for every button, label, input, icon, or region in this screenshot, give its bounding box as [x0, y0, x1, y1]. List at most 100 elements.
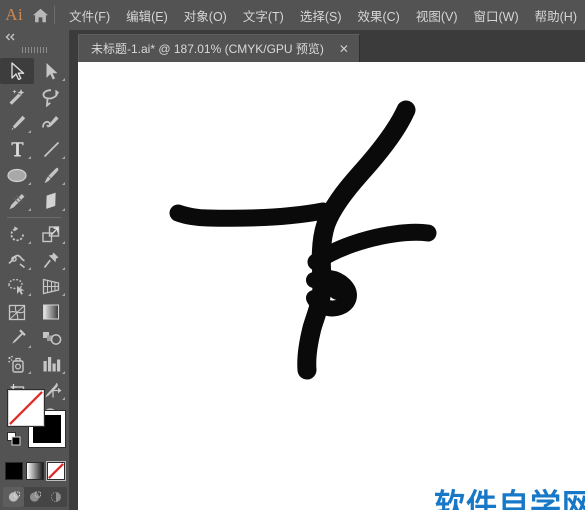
- menu-window[interactable]: 窗口(W): [466, 2, 527, 29]
- close-icon[interactable]: ✕: [338, 43, 350, 55]
- document-tab-bar: 未标题-1.ai* @ 187.01% (CMYK/GPU 预览) ✕: [70, 30, 585, 62]
- symbol-sprayer-tool[interactable]: [0, 351, 34, 377]
- double-chevron-left-icon: [5, 33, 15, 40]
- menu-view[interactable]: 视图(V): [408, 2, 466, 29]
- perspective-grid-tool[interactable]: [34, 273, 68, 299]
- tool-flyout-indicator: [62, 293, 65, 296]
- shape-builder-icon: [7, 278, 24, 295]
- menu-divider: [54, 6, 56, 24]
- eraser-icon: [46, 192, 56, 209]
- artwork-brush-drawing[interactable]: [78, 62, 585, 510]
- gradient-icon: [43, 304, 59, 320]
- fill-mode-buttons: [5, 461, 66, 481]
- canvas-area[interactable]: 软件自学网 WWW.RJZXW.COM: [70, 62, 585, 510]
- paintbrush-icon: [44, 167, 58, 183]
- menu-effect[interactable]: 效果(C): [349, 2, 407, 29]
- draw-normal-icon: [8, 491, 20, 502]
- scale-tool[interactable]: [34, 221, 68, 247]
- stroke-right-branch[interactable]: [307, 223, 437, 271]
- home-button[interactable]: [29, 0, 53, 30]
- paintbrush-tool[interactable]: [34, 162, 68, 188]
- home-icon: [32, 8, 48, 22]
- tool-flyout-indicator: [28, 267, 31, 270]
- swap-fill-stroke-icon[interactable]: [50, 386, 64, 400]
- menu-bar: Ai 文件(F) 编辑(E) 对象(O) 文字(T) 选择(S) 效果(C) 视…: [0, 0, 585, 30]
- tool-flyout-indicator: [28, 345, 31, 348]
- rotate-tool[interactable]: [0, 221, 34, 247]
- selection-arrow-icon: [10, 61, 24, 80]
- tool-flyout-indicator: [28, 371, 31, 374]
- menu-help[interactable]: 帮助(H): [527, 2, 585, 29]
- none-button[interactable]: [46, 461, 66, 481]
- blend-tool[interactable]: [34, 325, 68, 351]
- draw-behind-icon: [29, 491, 41, 502]
- stroke-horizontal[interactable]: [169, 202, 332, 227]
- line-segment-tool[interactable]: [34, 136, 68, 162]
- tool-flyout-indicator: [62, 267, 65, 270]
- app-logo: Ai: [5, 5, 24, 24]
- stroke-dot[interactable]: [328, 280, 348, 300]
- shaper-tool[interactable]: [0, 188, 34, 214]
- tool-flyout-indicator: [62, 208, 65, 211]
- menu-type[interactable]: 文字(T): [235, 2, 292, 29]
- magic-wand-tool[interactable]: [0, 84, 34, 110]
- lasso-tool[interactable]: [34, 84, 68, 110]
- type-tool[interactable]: [0, 136, 34, 162]
- scale-icon: [42, 225, 60, 242]
- line-segment-icon: [43, 141, 59, 157]
- free-transform-tool[interactable]: [34, 247, 68, 273]
- menu-file[interactable]: 文件(F): [61, 2, 118, 29]
- direct-selection-tool[interactable]: [34, 58, 68, 84]
- symbol-sprayer-icon: [8, 355, 24, 373]
- pushpin-icon: [43, 252, 59, 268]
- gradient-button[interactable]: [26, 462, 44, 480]
- panel-drag-handle[interactable]: [0, 43, 69, 56]
- menu-edit[interactable]: 编辑(E): [118, 2, 176, 29]
- eraser-tool[interactable]: [34, 188, 68, 214]
- draw-mode-buttons: [3, 487, 67, 507]
- shape-builder-tool[interactable]: [0, 273, 34, 299]
- document-tab-title: 未标题-1.ai* @ 187.01% (CMYK/GPU 预览): [91, 42, 324, 56]
- tool-flyout-indicator: [28, 130, 31, 133]
- fill-stroke-swatches: [5, 386, 66, 449]
- bar-chart-icon: [43, 357, 61, 372]
- draw-normal-button[interactable]: [3, 487, 24, 507]
- width-tool[interactable]: [0, 247, 34, 273]
- selection-tool[interactable]: [0, 58, 34, 84]
- draw-inside-button[interactable]: [45, 487, 66, 507]
- tool-flyout-indicator: [62, 182, 65, 185]
- column-graph-tool[interactable]: [34, 351, 68, 377]
- eyedropper-icon: [11, 328, 26, 344]
- none-slash-icon: [9, 391, 43, 425]
- ellipse-tool[interactable]: [0, 162, 34, 188]
- draw-behind-button[interactable]: [24, 487, 45, 507]
- document-tab[interactable]: 未标题-1.ai* @ 187.01% (CMYK/GPU 预览) ✕: [78, 34, 360, 62]
- default-fill-stroke-icon[interactable]: [7, 432, 21, 446]
- color-controls: [0, 383, 70, 510]
- tool-flyout-indicator: [62, 241, 65, 244]
- tool-flyout-indicator: [28, 182, 31, 185]
- width-tool-icon: [8, 254, 25, 268]
- blend-icon: [42, 332, 61, 345]
- tool-flyout-indicator: [62, 371, 65, 374]
- menu-select[interactable]: 选择(S): [292, 2, 350, 29]
- eyedropper-tool[interactable]: [0, 325, 34, 351]
- mesh-icon: [8, 304, 26, 320]
- menu-object[interactable]: 对象(O): [176, 2, 235, 29]
- magic-wand-icon: [9, 88, 25, 105]
- collapse-panel-button[interactable]: [0, 30, 69, 43]
- pen-tool[interactable]: [0, 110, 34, 136]
- color-button[interactable]: [5, 462, 23, 480]
- tool-flyout-indicator: [28, 208, 31, 211]
- illustrator-window: Ai 文件(F) 编辑(E) 对象(O) 文字(T) 选择(S) 效果(C) 视…: [0, 0, 585, 510]
- tool-flyout-indicator: [62, 156, 65, 159]
- fill-swatch[interactable]: [7, 389, 45, 427]
- gradient-tool[interactable]: [34, 299, 68, 325]
- draw-inside-icon: [50, 491, 61, 503]
- artboard[interactable]: 软件自学网 WWW.RJZXW.COM: [78, 62, 585, 510]
- ellipse-icon: [7, 168, 27, 182]
- tool-flyout-indicator: [28, 293, 31, 296]
- curvature-tool[interactable]: [34, 110, 68, 136]
- mesh-tool[interactable]: [0, 299, 34, 325]
- tool-grid: [0, 58, 68, 429]
